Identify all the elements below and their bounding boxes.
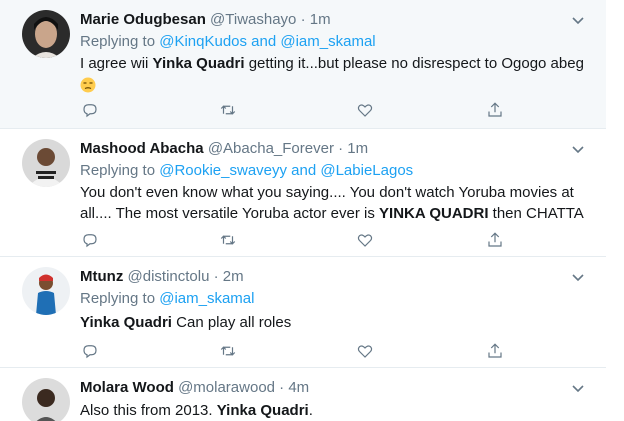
author-name[interactable]: Mashood Abacha xyxy=(80,140,204,157)
separator-dot: · xyxy=(338,140,344,157)
separator-dot: · xyxy=(279,379,285,396)
retweet-icon[interactable] xyxy=(218,100,238,120)
text-segment: . xyxy=(308,402,313,419)
replying-prefix: Replying to xyxy=(80,162,160,179)
tweet-item[interactable]: Molara Wood @molarawood · 4m Also this f… xyxy=(0,368,606,421)
avatar[interactable] xyxy=(22,378,70,421)
retweet-icon[interactable] xyxy=(218,230,238,250)
share-icon[interactable] xyxy=(485,100,505,120)
bold-keyword: YINKA QUADRI xyxy=(379,205,489,222)
tweet-actions xyxy=(80,341,520,361)
author-name[interactable]: Molara Wood xyxy=(80,379,174,396)
text-segment: Can play all roles xyxy=(171,314,292,331)
avatar[interactable] xyxy=(22,267,70,315)
replying-prefix: Replying to xyxy=(80,33,160,50)
replying-to: Replying to @KinqKudos and @iam_skamal xyxy=(80,32,376,52)
avatar[interactable] xyxy=(22,139,70,187)
timeline-feed: Marie Odugbesan @Tiwashayo · 1m Replying… xyxy=(0,0,624,421)
retweet-icon[interactable] xyxy=(218,341,238,361)
tweet-text: Yinka Quadri Can play all roles xyxy=(80,312,600,333)
replying-to-link[interactable]: @iam_skamal xyxy=(159,290,254,307)
text-segment: getting it...but please no disrespect to… xyxy=(244,55,584,72)
chevron-down-icon[interactable] xyxy=(570,269,586,285)
like-icon[interactable] xyxy=(355,341,375,361)
tweet-item[interactable]: Mtunz @distinctolu · 2m Replying to @iam… xyxy=(0,257,606,368)
timestamp[interactable]: 2m xyxy=(223,268,244,285)
author-handle[interactable]: @molarawood xyxy=(178,379,275,396)
text-segment: You don't even know what you saying.... … xyxy=(80,184,574,201)
like-icon[interactable] xyxy=(355,100,375,120)
reply-icon[interactable] xyxy=(80,230,100,250)
author-name[interactable]: Mtunz xyxy=(80,268,123,285)
chevron-down-icon[interactable] xyxy=(570,141,586,157)
unamused-emoji-icon xyxy=(80,77,96,93)
timestamp[interactable]: 4m xyxy=(288,379,309,396)
replying-prefix: Replying to xyxy=(80,290,160,307)
chevron-down-icon[interactable] xyxy=(570,380,586,396)
bold-keyword: Yinka Quadri xyxy=(216,402,309,419)
text-segment: I agree wii xyxy=(80,55,153,72)
bold-keyword: Yinka Quadri xyxy=(80,314,172,331)
tweet-item[interactable]: Mashood Abacha @Abacha_Forever · 1m Repl… xyxy=(0,129,606,257)
tweet-header: Marie Odugbesan @Tiwashayo · 1m xyxy=(80,10,331,30)
share-icon[interactable] xyxy=(485,341,505,361)
share-icon[interactable] xyxy=(485,230,505,250)
timestamp[interactable]: 1m xyxy=(310,11,331,28)
text-segment: then CHATTA xyxy=(488,205,584,222)
author-name[interactable]: Marie Odugbesan xyxy=(80,11,206,28)
bold-keyword: Yinka Quadri xyxy=(152,55,245,72)
chevron-down-icon[interactable] xyxy=(570,12,586,28)
tweet-actions xyxy=(80,230,520,250)
replying-to: Replying to @iam_skamal xyxy=(80,289,254,309)
reply-icon[interactable] xyxy=(80,341,100,361)
tweet-text: Also this from 2013. Yinka Quadri. xyxy=(80,400,600,421)
text-segment: Also this from 2013. xyxy=(80,402,217,419)
replying-to-link[interactable]: @KinqKudos and @iam_skamal xyxy=(159,33,375,50)
like-icon[interactable] xyxy=(355,230,375,250)
author-handle[interactable]: @Abacha_Forever xyxy=(208,140,334,157)
reply-icon[interactable] xyxy=(80,100,100,120)
author-handle[interactable]: @distinctolu xyxy=(128,268,210,285)
timestamp[interactable]: 1m xyxy=(347,140,368,157)
tweet-text: I agree wii Yinka Quadri getting it...bu… xyxy=(80,53,600,95)
author-handle[interactable]: @Tiwashayo xyxy=(210,11,296,28)
separator-dot: · xyxy=(300,11,306,28)
text-segment: all.... The most versatile Yoruba actor … xyxy=(80,205,380,222)
tweet-header: Mashood Abacha @Abacha_Forever · 1m xyxy=(80,139,368,159)
tweet-actions xyxy=(80,100,520,120)
replying-to-link[interactable]: @Rookie_swaveyy and @LabieLagos xyxy=(159,162,413,179)
tweet-text: You don't even know what you saying.... … xyxy=(80,182,600,224)
separator-dot: · xyxy=(213,268,219,285)
tweet-header: Mtunz @distinctolu · 2m xyxy=(80,267,244,287)
tweet-item[interactable]: Marie Odugbesan @Tiwashayo · 1m Replying… xyxy=(0,0,606,129)
tweet-header: Molara Wood @molarawood · 4m xyxy=(80,378,309,398)
replying-to: Replying to @Rookie_swaveyy and @LabieLa… xyxy=(80,161,413,181)
avatar[interactable] xyxy=(22,10,70,58)
